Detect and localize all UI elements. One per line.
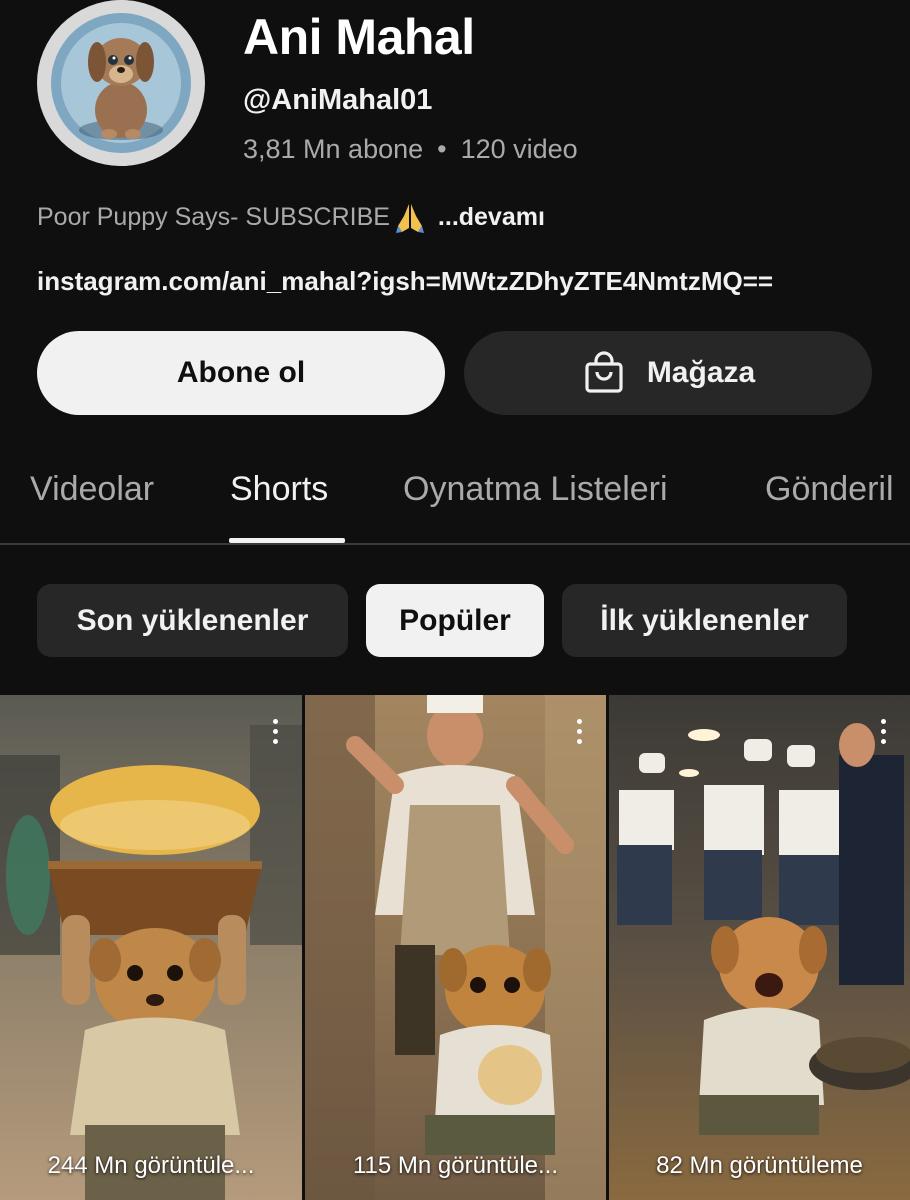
- subscribe-label: Abone ol: [176, 356, 306, 389]
- short-view-count: 82 Mn görüntüleme: [656, 1152, 863, 1179]
- active-tab-indicator: [229, 538, 345, 543]
- short-thumbnail-image: [609, 695, 910, 1200]
- stats-separator: •: [437, 134, 447, 164]
- tab-playlists[interactable]: Oynatma Listeleri: [403, 470, 668, 509]
- short-view-count: 244 Mn görüntüle...: [47, 1152, 255, 1179]
- filter-chip-popular[interactable]: Popüler: [366, 584, 544, 657]
- subscriber-count: 3,81 Mn abone: [243, 134, 424, 164]
- channel-external-link[interactable]: instagram.com/ani_mahal?igsh=MWtzZDhyZTE…: [37, 266, 773, 297]
- puppy-avatar-image: [38, 0, 204, 166]
- more-vert-icon[interactable]: [878, 719, 888, 747]
- tab-shorts[interactable]: Shorts: [230, 470, 328, 509]
- short-thumbnail-image: [0, 695, 302, 1200]
- short-thumbnail-image: [305, 695, 606, 1200]
- channel-tabs: Videolar Shorts Oynatma Listeleri Gönder…: [0, 460, 910, 545]
- short-view-count: 115 Mn görüntüle...: [352, 1152, 559, 1179]
- folded-hands-emoji-icon: [392, 200, 428, 234]
- description-text: Poor Puppy Says- SUBSCRIBE: [37, 202, 390, 231]
- channel-name: Ani Mahal: [243, 9, 475, 65]
- channel-avatar[interactable]: [37, 0, 205, 166]
- channel-handle: @AniMahal01: [243, 84, 433, 116]
- tab-posts[interactable]: Gönderil: [765, 470, 894, 509]
- subscribe-button[interactable]: Abone ol: [37, 331, 445, 415]
- short-thumbnail[interactable]: 244 Mn görüntüle...: [0, 695, 302, 1200]
- store-button[interactable]: Mağaza: [464, 331, 872, 415]
- store-label: Mağaza: [646, 356, 756, 389]
- shopping-bag-icon: [585, 351, 623, 393]
- channel-stats: 3,81 Mn abone • 120 video: [243, 134, 578, 165]
- channel-description[interactable]: Poor Puppy Says- SUBSCRIBE ...devamı: [37, 200, 545, 234]
- more-vert-icon[interactable]: [270, 719, 280, 747]
- more-vert-icon[interactable]: [574, 719, 584, 747]
- video-count: 120 video: [460, 134, 578, 164]
- filter-chip-oldest[interactable]: İlk yüklenenler: [562, 584, 847, 657]
- short-thumbnail[interactable]: 82 Mn görüntüleme: [609, 695, 910, 1200]
- more-link[interactable]: ...devamı: [438, 203, 545, 232]
- short-thumbnail[interactable]: 115 Mn görüntüle...: [305, 695, 606, 1200]
- filter-chip-latest[interactable]: Son yüklenenler: [37, 584, 348, 657]
- tab-videos[interactable]: Videolar: [30, 470, 154, 509]
